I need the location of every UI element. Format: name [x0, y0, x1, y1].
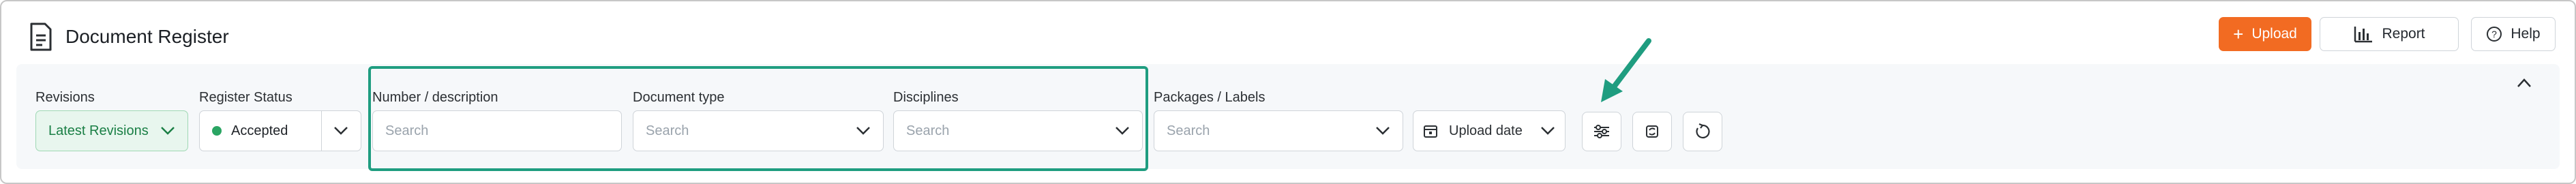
sort-value: Upload date [1449, 123, 1523, 138]
revisions-select[interactable]: Latest Revisions [35, 110, 188, 151]
revisions-label: Revisions [35, 90, 95, 105]
calendar-icon [1424, 125, 1437, 138]
sliders-icon [1594, 125, 1609, 138]
register-status-label: Register Status [199, 90, 293, 105]
chevron-down-icon [1541, 127, 1555, 135]
report-button-label: Report [2382, 26, 2425, 42]
help-button[interactable]: ? Help [2471, 17, 2556, 51]
sync-button[interactable] [1632, 112, 1672, 151]
arrow-annotation [1601, 38, 1651, 102]
packages-labels-select[interactable]: Search [1154, 110, 1403, 151]
packages-labels-label: Packages / Labels [1154, 90, 1265, 105]
plus-icon: + [2233, 24, 2244, 44]
highlight-box [368, 66, 1148, 171]
packages-labels-placeholder: Search [1167, 123, 1210, 138]
chevron-down-icon [334, 127, 348, 135]
chevron-up-icon[interactable] [2516, 76, 2532, 89]
upload-button-label: Upload [2251, 26, 2297, 42]
svg-text:?: ? [2491, 29, 2497, 40]
reset-button[interactable] [1683, 112, 1722, 151]
help-circle-icon: ? [2487, 27, 2502, 42]
register-status-select[interactable]: Accepted [199, 110, 361, 151]
filter-settings-button[interactable] [1582, 112, 1621, 151]
reset-icon [1696, 123, 1710, 139]
report-button[interactable]: Report [2320, 17, 2459, 51]
status-dot [212, 126, 222, 136]
help-button-label: Help [2511, 26, 2541, 42]
document-icon [30, 22, 52, 51]
register-status-value: Accepted [231, 123, 288, 138]
upload-button[interactable]: + Upload [2219, 17, 2311, 51]
sync-icon [1646, 125, 1658, 138]
sort-select[interactable]: Upload date [1413, 110, 1566, 151]
revisions-value: Latest Revisions [48, 123, 149, 138]
bar-chart-icon [2354, 27, 2373, 43]
chevron-down-icon [161, 127, 175, 135]
page-title: Document Register [65, 26, 229, 47]
chevron-down-icon [1376, 127, 1390, 135]
